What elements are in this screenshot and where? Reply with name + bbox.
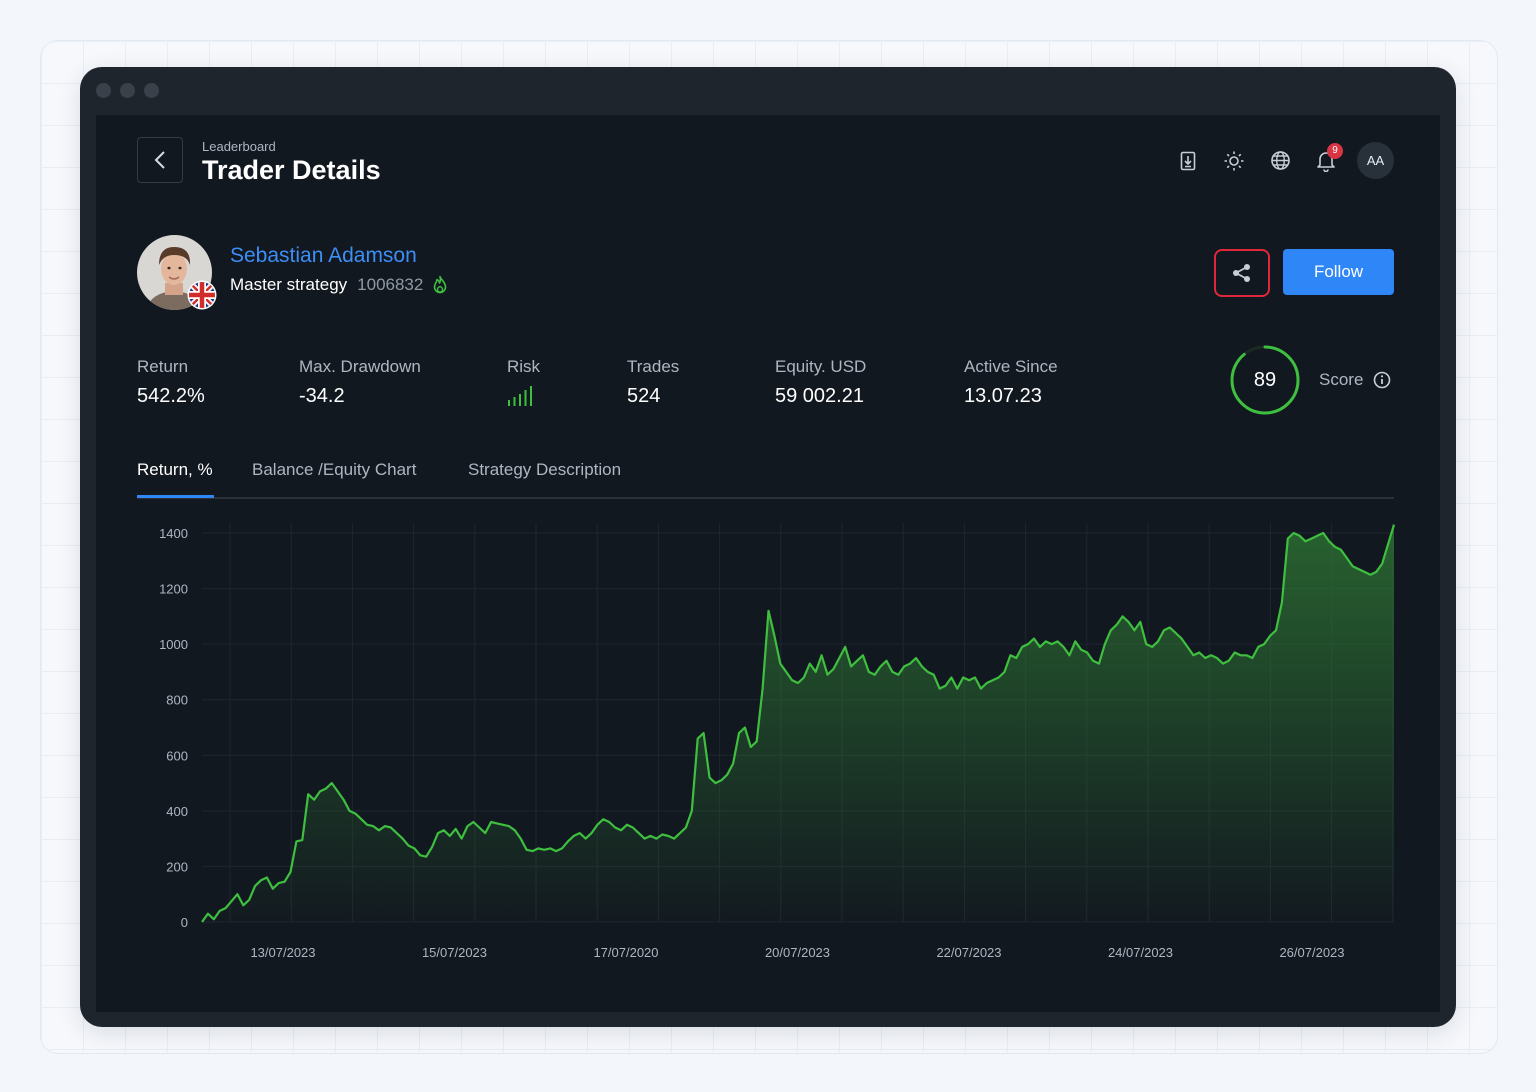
y-tick-label: 0 [181, 915, 188, 930]
window-dot-maximize[interactable] [144, 83, 159, 98]
y-tick-label: 200 [166, 859, 188, 874]
x-tick-label: 22/07/2023 [936, 945, 1001, 960]
return-chart: 0 200 400 600 800 1000 1200 1400 13/07/2023 15/07… [159, 523, 1396, 960]
app-window: Leaderboard Trader Details 9 AA Sebastia… [80, 67, 1456, 1027]
y-tick-label: 600 [166, 748, 188, 763]
x-tick-label: 24/07/2023 [1108, 945, 1173, 960]
y-tick-label: 400 [166, 804, 188, 819]
window-dot-minimize[interactable] [120, 83, 135, 98]
x-tick-label: 26/07/2023 [1279, 945, 1344, 960]
window-dot-close[interactable] [96, 83, 111, 98]
window-controls [96, 83, 159, 98]
x-tick-label: 17/07/2020 [593, 945, 658, 960]
y-tick-label: 1400 [159, 526, 188, 541]
y-tick-label: 800 [166, 693, 188, 708]
y-tick-label: 1000 [159, 637, 188, 652]
x-tick-label: 20/07/2023 [765, 945, 830, 960]
app-screen: Leaderboard Trader Details 9 AA Sebastia… [96, 115, 1440, 1012]
x-tick-label: 13/07/2023 [250, 945, 315, 960]
y-tick-label: 1200 [159, 582, 188, 597]
x-tick-label: 15/07/2023 [422, 945, 487, 960]
series-area [202, 524, 1394, 922]
